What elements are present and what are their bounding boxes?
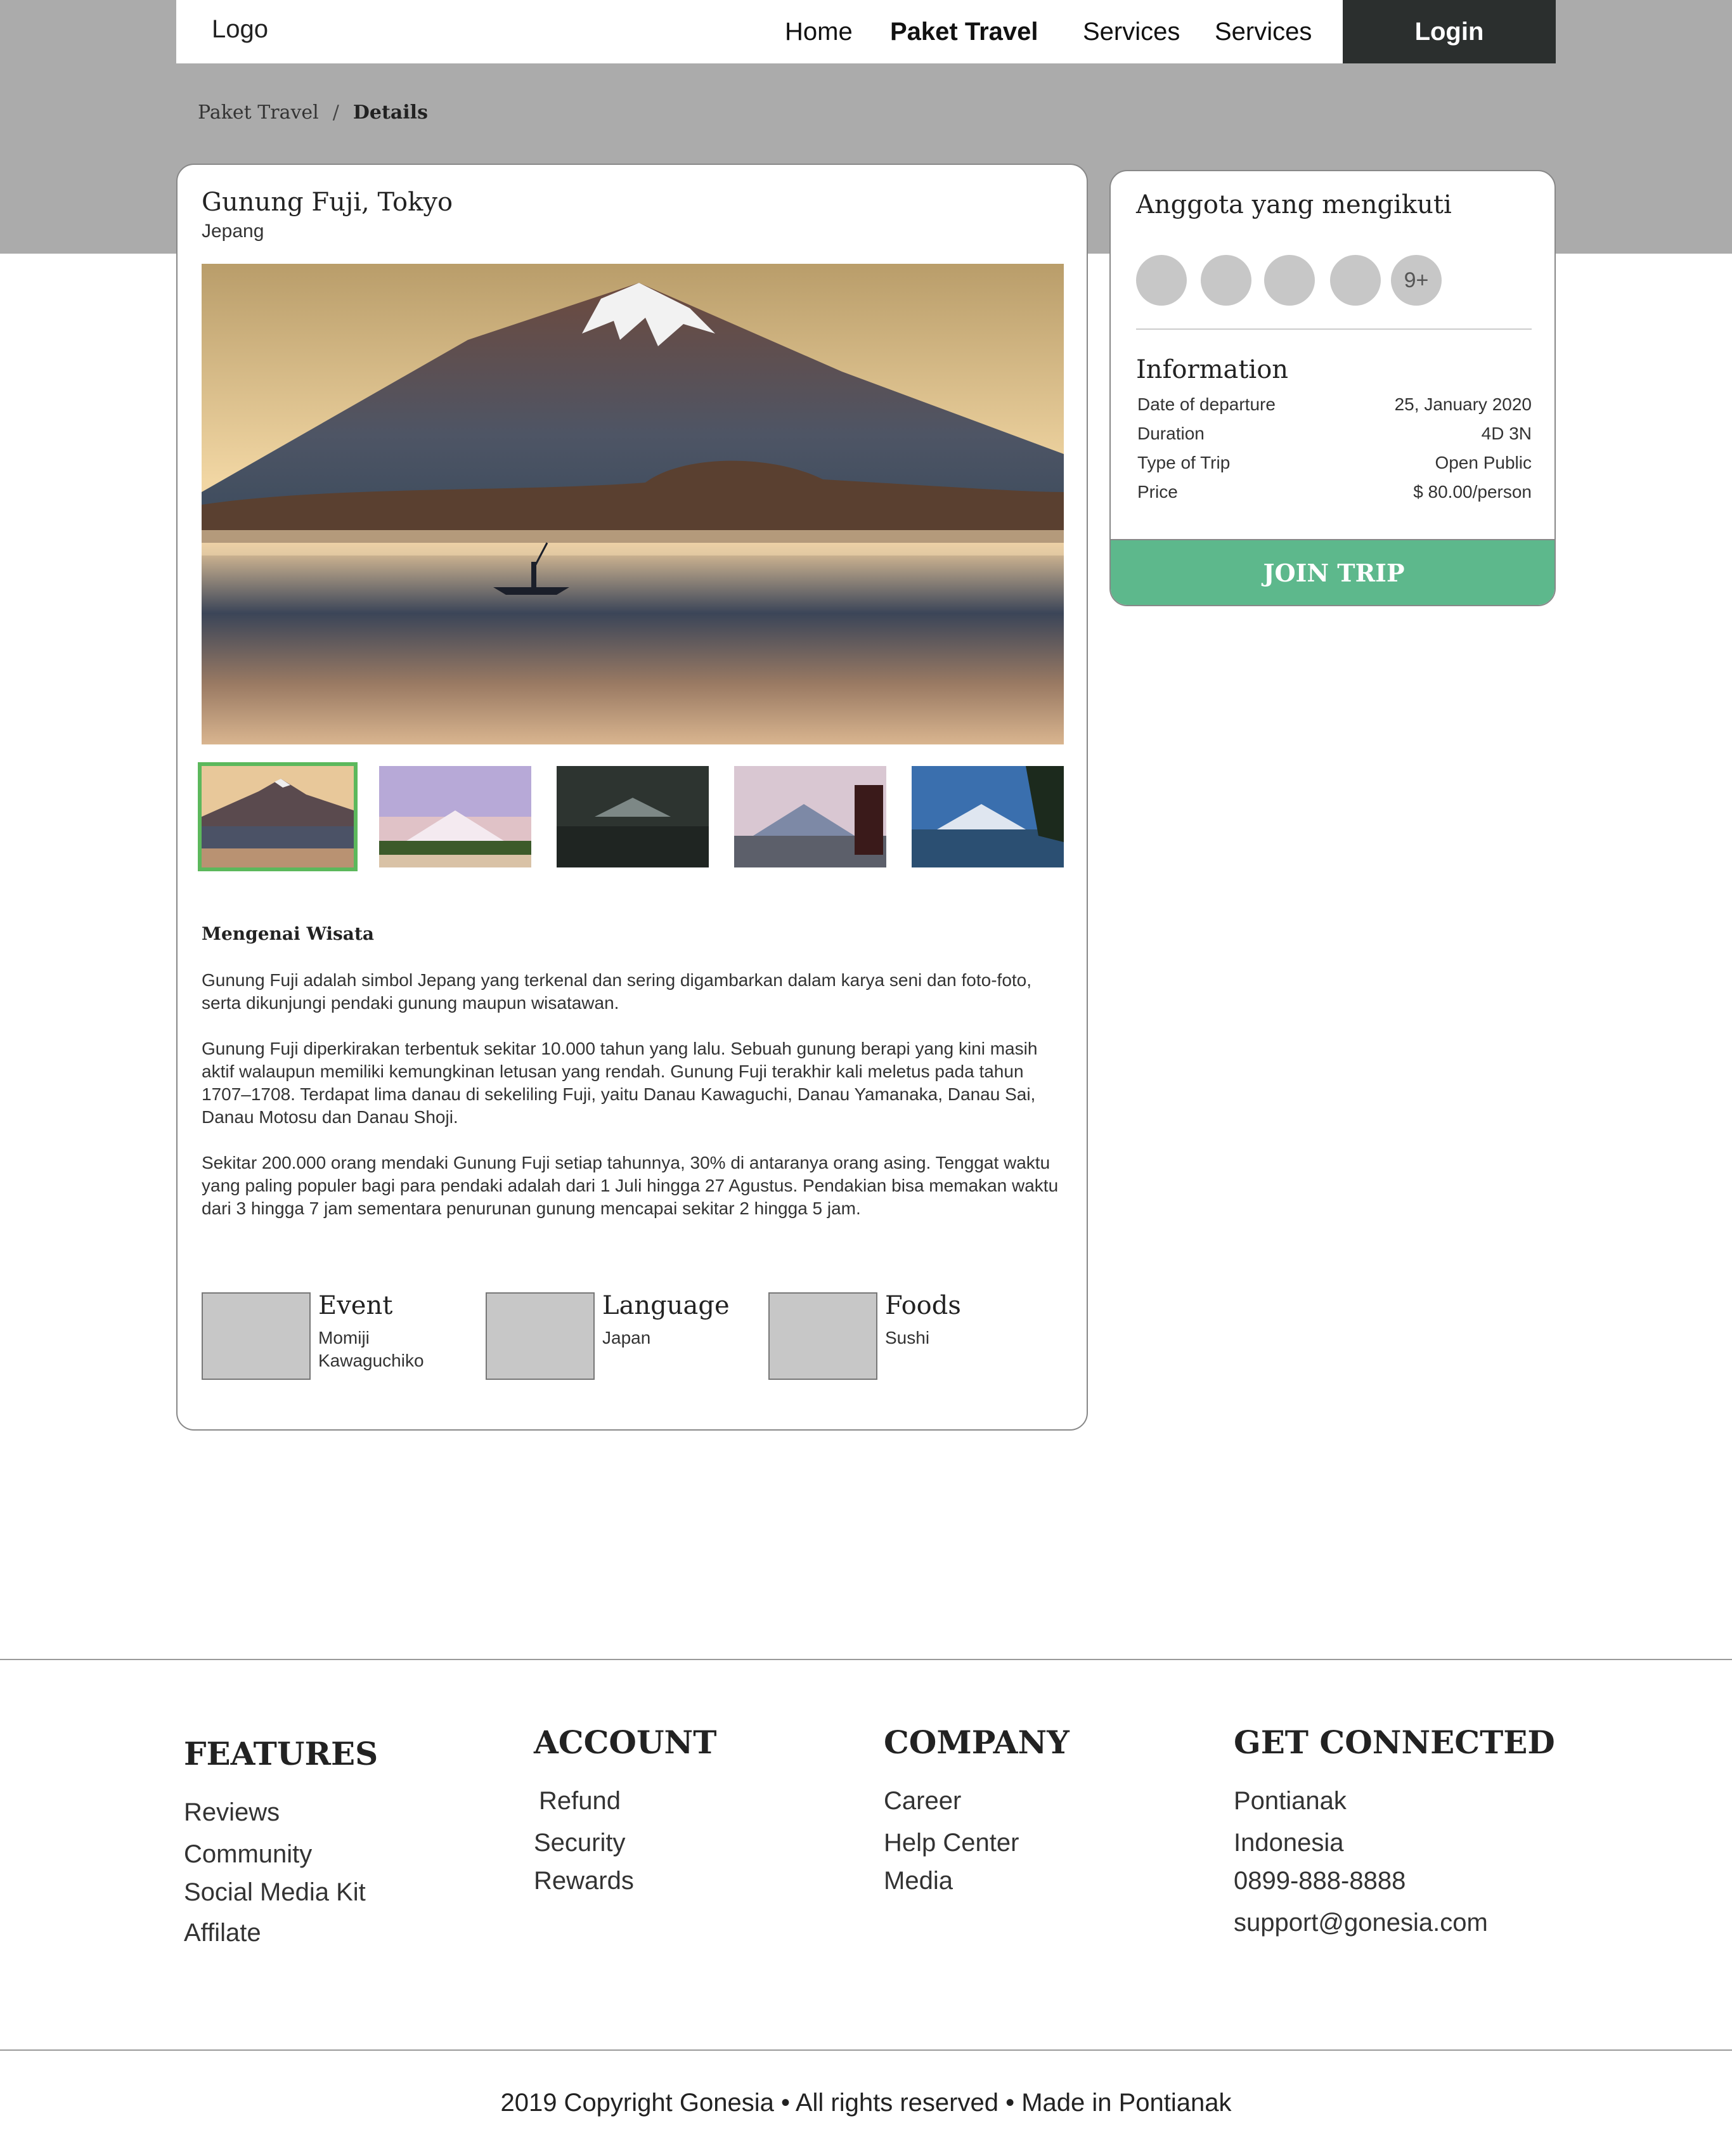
feature-value: Sushi xyxy=(885,1328,930,1348)
footer-link[interactable]: Reviews xyxy=(184,1798,280,1827)
footer-country: Indonesia xyxy=(1234,1829,1344,1857)
footer-link[interactable]: Media xyxy=(884,1867,953,1895)
info-value: $ 80.00/person xyxy=(1413,482,1532,502)
feature-title: Foods xyxy=(885,1291,961,1320)
footer-phone[interactable]: 0899-888-8888 xyxy=(1234,1867,1406,1895)
footer-account: ACCOUNT Refund Security Rewards xyxy=(534,1724,717,1895)
footer-link[interactable]: Security xyxy=(534,1829,626,1857)
footer-email[interactable]: support@gonesia.com xyxy=(1234,1909,1488,1937)
avatar[interactable] xyxy=(1330,255,1381,306)
breadcrumb-current: Details xyxy=(352,101,428,124)
footer-link[interactable]: Community xyxy=(184,1840,312,1869)
trip-detail-card: Gunung Fuji, Tokyo Jepang Mengenai Wisat… xyxy=(176,164,1088,1431)
footer-divider xyxy=(0,1659,1732,1660)
gallery-thumbnail[interactable] xyxy=(734,766,886,867)
info-value: 25, January 2020 xyxy=(1394,394,1532,414)
info-label: Date of departure xyxy=(1137,394,1276,414)
footer-features: FEATURES Reviews Community Social Media … xyxy=(184,1735,378,1947)
main-photo xyxy=(202,264,1064,744)
footer-link[interactable]: Rewards xyxy=(534,1867,634,1895)
gallery-thumbnail[interactable] xyxy=(557,766,709,867)
footer-heading: FEATURES xyxy=(184,1735,378,1772)
trip-info-card: Anggota yang mengikuti 9+ Information Da… xyxy=(1109,170,1556,606)
info-label: Duration xyxy=(1137,424,1205,443)
info-value: Open Public xyxy=(1435,453,1532,472)
info-label: Price xyxy=(1137,482,1178,502)
trip-title: Gunung Fuji, Tokyo xyxy=(202,188,453,217)
trip-country: Jepang xyxy=(202,221,264,242)
breadcrumb: Paket Travel / Details xyxy=(198,101,428,124)
more-members-badge[interactable]: 9+ xyxy=(1391,255,1442,306)
divider xyxy=(1136,328,1532,330)
nav-services[interactable]: Services xyxy=(1083,18,1180,46)
about-paragraph: Gunung Fuji adalah simbol Jepang yang te… xyxy=(202,970,1032,1013)
navbar: Logo Home Paket Travel Services Services… xyxy=(176,0,1556,63)
nav-services-2[interactable]: Services xyxy=(1215,18,1312,46)
feature-language-image xyxy=(486,1292,595,1380)
footer-heading: GET CONNECTED xyxy=(1234,1724,1555,1761)
avatar[interactable] xyxy=(1201,255,1251,306)
footer-heading: COMPANY xyxy=(884,1724,1070,1761)
breadcrumb-separator: / xyxy=(332,101,339,124)
info-label: Type of Trip xyxy=(1137,453,1231,472)
gallery-thumbnail[interactable] xyxy=(198,762,358,871)
footer-company: COMPANY Career Help Center Media xyxy=(884,1724,1070,1895)
feature-title: Language xyxy=(602,1291,730,1320)
about-heading: Mengenai Wisata xyxy=(202,923,375,944)
feature-event-image xyxy=(202,1292,311,1380)
copyright-text: 2019 Copyright Gonesia • All rights rese… xyxy=(500,2089,1232,2117)
footer-heading: ACCOUNT xyxy=(534,1724,717,1761)
logo[interactable]: Logo xyxy=(212,15,268,44)
information-title: Information xyxy=(1136,355,1289,384)
breadcrumb-parent[interactable]: Paket Travel xyxy=(198,101,319,124)
members-title: Anggota yang mengikuti xyxy=(1136,190,1452,219)
feature-foods-image xyxy=(768,1292,877,1380)
gallery-thumbnail[interactable] xyxy=(912,766,1064,867)
login-button[interactable]: Login xyxy=(1343,0,1556,63)
nav-home[interactable]: Home xyxy=(785,18,853,46)
feature-value: Japan xyxy=(602,1328,651,1348)
feature-value: Momiji Kawaguchiko xyxy=(318,1328,424,1370)
footer-link[interactable]: Career xyxy=(884,1787,961,1815)
footer-link[interactable]: Social Media Kit xyxy=(184,1878,366,1907)
avatar[interactable] xyxy=(1136,255,1187,306)
footer-link[interactable]: Affilate xyxy=(184,1919,261,1947)
about-paragraph: Gunung Fuji diperkirakan terbentuk sekit… xyxy=(202,1039,1038,1127)
nav-paket-travel[interactable]: Paket Travel xyxy=(890,18,1038,46)
feature-title: Event xyxy=(318,1291,393,1320)
gallery-thumbnail[interactable] xyxy=(379,766,531,867)
footer-link[interactable]: Refund xyxy=(539,1787,621,1815)
about-paragraph: Sekitar 200.000 orang mendaki Gunung Fuj… xyxy=(202,1153,1059,1218)
footer-city: Pontianak xyxy=(1234,1787,1347,1815)
avatar[interactable] xyxy=(1264,255,1315,306)
join-trip-button[interactable]: JOIN TRIP xyxy=(1111,539,1554,605)
info-value: 4D 3N xyxy=(1481,424,1532,443)
footer-bottom-divider xyxy=(0,2049,1732,2051)
footer-link[interactable]: Help Center xyxy=(884,1829,1019,1857)
footer-get-connected: GET CONNECTED Pontianak Indonesia 0899-8… xyxy=(1234,1724,1555,1937)
